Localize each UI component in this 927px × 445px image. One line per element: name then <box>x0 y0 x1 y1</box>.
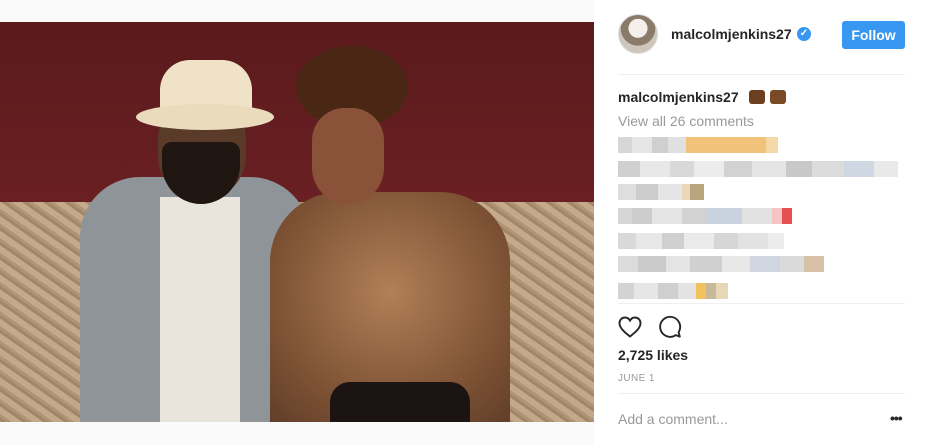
follow-button[interactable]: Follow <box>842 21 905 49</box>
list-item <box>618 184 704 200</box>
list-item <box>618 283 728 299</box>
photo-person-right-head <box>312 108 384 204</box>
likes-count[interactable]: 2,725 likes <box>618 347 688 363</box>
more-options-icon[interactable]: ••• <box>890 410 903 426</box>
post-date[interactable]: JUNE 1 <box>618 373 655 384</box>
list-item <box>618 137 778 153</box>
heart-icon[interactable] <box>618 316 642 338</box>
view-all-comments-link[interactable]: View all 26 comments <box>618 113 754 129</box>
king-emoji-icon <box>748 90 765 104</box>
comments-list <box>618 137 905 307</box>
list-item <box>618 233 784 249</box>
caption: malcolmjenkins27 <box>618 89 787 105</box>
add-comment-input[interactable]: Add a comment... <box>618 411 868 427</box>
avatar[interactable] <box>618 14 658 54</box>
footer-divider <box>618 393 905 394</box>
caption-username[interactable]: malcolmjenkins27 <box>618 89 739 105</box>
post-header: malcolmjenkins27 ✓ Follow <box>594 0 927 74</box>
post-side-panel: malcolmjenkins27 ✓ Follow malcolmjenkins… <box>594 0 927 445</box>
list-item <box>618 161 898 177</box>
photo-person-left-shirt <box>160 197 240 422</box>
post-photo[interactable] <box>0 22 594 422</box>
verified-badge-icon: ✓ <box>797 27 811 41</box>
queen-emoji-icon <box>770 90 787 104</box>
comments-divider <box>618 303 905 304</box>
header-divider <box>618 74 905 75</box>
photo-hat-brim <box>136 104 274 130</box>
header-username[interactable]: malcolmjenkins27 <box>671 26 792 42</box>
photo-person-right-skirt <box>330 382 470 422</box>
comment-icon[interactable] <box>658 315 682 339</box>
list-item <box>618 208 792 224</box>
list-item <box>618 256 824 272</box>
